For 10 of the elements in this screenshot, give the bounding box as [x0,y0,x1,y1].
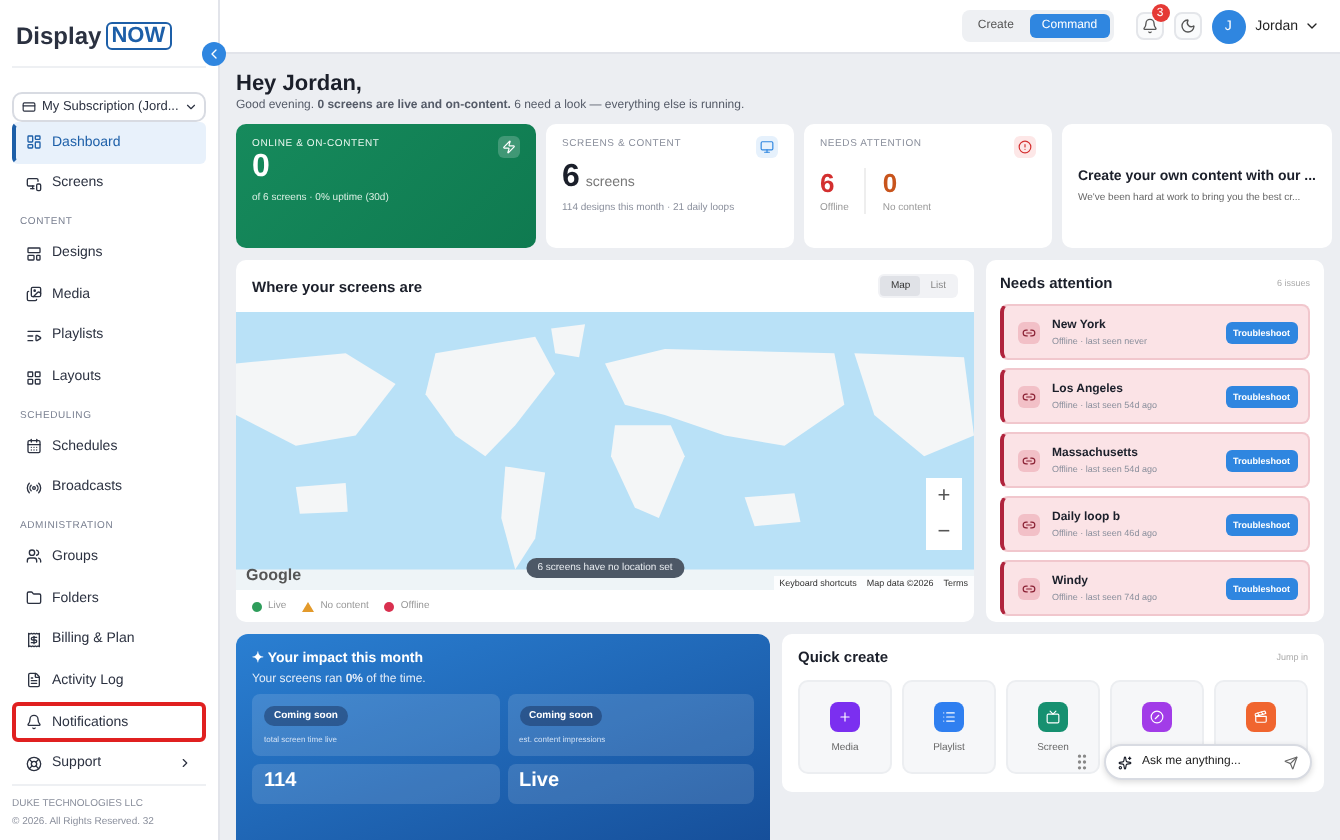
greeting-title: Hey Jordan, [236,72,364,96]
logo-text: Display [16,22,102,50]
stat-value: 0 [882,168,900,198]
map-brand: Google [246,566,302,584]
impact-value: Live [507,764,754,804]
stat-value: 6 [562,160,580,196]
logo-badge: NOW [105,22,172,50]
stat-value: 0 [252,150,270,184]
stat-value: 6 [820,168,837,198]
impact-value: 114 [252,764,499,804]
